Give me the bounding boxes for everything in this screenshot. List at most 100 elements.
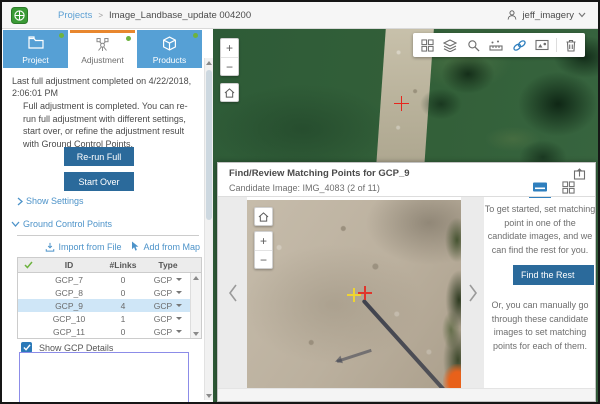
candidate-image[interactable]: + − (247, 200, 461, 390)
esri-logo[interactable] (11, 7, 28, 24)
breadcrumb-separator: > (98, 11, 103, 20)
table-row-selected[interactable]: GCP_94 GCP (18, 299, 201, 312)
map-zoom-control: + − (220, 38, 239, 76)
section-divider (17, 235, 199, 236)
zoom-in-button[interactable]: + (255, 232, 272, 250)
zoom-in-button[interactable]: + (221, 39, 238, 57)
panel-tabs: Project Adjustment (3, 30, 202, 68)
map-toolbar (413, 33, 585, 57)
dropdown-caret-icon (176, 291, 182, 294)
panel-scrollbar[interactable] (204, 58, 213, 400)
find-the-rest-button[interactable]: Find the Rest (513, 265, 594, 285)
check-icon (18, 261, 38, 269)
gcp-links-icon[interactable] (510, 36, 528, 54)
start-over-button[interactable]: Start Over (64, 172, 134, 191)
panel-divider (218, 196, 595, 197)
scroll-up-arrow[interactable] (205, 58, 213, 67)
tab-adjustment-label: Adjustment (70, 55, 135, 65)
app-window: Projects > Image_Landbase_update 004200 … (0, 0, 600, 404)
status-dot (193, 33, 198, 38)
toolbar-separator (556, 38, 557, 52)
type-dropdown[interactable]: GCP (146, 301, 190, 311)
top-bar: Projects > Image_Landbase_update 004200 … (2, 2, 598, 29)
scroll-down-arrow[interactable] (205, 391, 213, 400)
home-extent-button[interactable] (220, 83, 239, 102)
browse-images-icon[interactable] (418, 36, 436, 54)
next-image-button[interactable] (461, 197, 484, 388)
image-orange-object (443, 364, 461, 390)
col-type: Type (146, 260, 190, 270)
type-dropdown[interactable]: GCP (146, 275, 190, 285)
arrow-shadow (337, 349, 372, 363)
measure-icon[interactable] (487, 36, 505, 54)
gcp-section-toggle[interactable]: Ground Control Points (11, 219, 112, 229)
view-toggles (531, 179, 577, 195)
cursor-icon (131, 241, 140, 252)
col-links: #Links (100, 260, 146, 270)
gcp-photo-placeholder (19, 352, 189, 404)
delete-icon[interactable] (562, 36, 580, 54)
image-home-button[interactable] (254, 207, 273, 226)
table-row[interactable]: GCP_101 GCP (18, 312, 201, 325)
gcp-table-header: ID #Links Type (18, 258, 201, 273)
status-dot (126, 36, 131, 41)
scroll-up-arrow[interactable] (191, 273, 201, 282)
single-image-view-toggle[interactable] (531, 179, 549, 195)
table-scrollbar[interactable] (190, 273, 201, 338)
breadcrumb-projects-link[interactable]: Projects (58, 10, 92, 21)
tab-adjustment[interactable]: Adjustment (70, 30, 135, 68)
tab-project[interactable]: Project (3, 30, 68, 68)
gcp-section-label: Ground Control Points (23, 219, 112, 229)
type-dropdown[interactable]: GCP (146, 327, 190, 337)
dropdown-caret-icon (176, 317, 182, 320)
dropdown-caret-icon (176, 278, 182, 281)
matching-points-panel: Find/Review Matching Points for GCP_9 Ca… (217, 162, 596, 402)
gcp-actions: Import from File Add from Map (2, 241, 206, 252)
tab-project-label: Project (3, 55, 68, 65)
table-row[interactable]: GCP_80 GCP (18, 286, 201, 299)
zoom-out-button[interactable]: − (221, 57, 238, 75)
instructions-column: To get started, set matching point in on… (484, 203, 596, 257)
panel-title: Find/Review Matching Points for GCP_9 (229, 168, 410, 179)
table-row[interactable]: GCP_110 GCP (18, 325, 201, 338)
import-from-file-link[interactable]: Import from File (45, 241, 121, 252)
tab-products[interactable]: Products (137, 30, 202, 68)
project-title: Image_Landbase_update 004200 (109, 10, 251, 21)
cube-icon (137, 36, 202, 51)
user-menu[interactable]: jeff_imagery (506, 9, 586, 21)
layers-icon[interactable] (441, 36, 459, 54)
gcp-table: ID #Links Type GCP_70 GCP GCP_80 GCP GCP… (17, 257, 202, 339)
candidate-image-label: Candidate Image: IMG_4083 (2 of 11) (229, 183, 380, 193)
table-row[interactable]: GCP_70 GCP (18, 273, 201, 286)
tab-products-label: Products (137, 55, 202, 65)
previous-image-button[interactable] (218, 197, 247, 388)
breadcrumb: Projects > Image_Landbase_update 004200 (58, 10, 251, 21)
zoom-out-button[interactable]: − (255, 250, 272, 268)
type-dropdown[interactable]: GCP (146, 314, 190, 324)
search-icon[interactable] (464, 36, 482, 54)
grid-view-toggle[interactable] (559, 179, 577, 195)
user-name: jeff_imagery (522, 10, 574, 21)
adjustment-status: Last full adjustment completed on 4/22/2… (12, 75, 204, 99)
show-settings-link[interactable]: Show Settings (17, 196, 84, 206)
user-icon (506, 9, 518, 21)
intro-text: To get started, set matching point in on… (484, 203, 596, 257)
import-icon (45, 242, 55, 252)
chevron-right-icon (17, 197, 23, 206)
scroll-down-arrow[interactable] (191, 329, 201, 338)
manual-text: Or, you can manually go through these ca… (484, 299, 596, 353)
image-zoom-control: + − (254, 231, 273, 269)
rerun-full-button[interactable]: Re-run Full (64, 147, 134, 166)
scrollbar-thumb[interactable] (206, 70, 212, 220)
image-enhancement-icon[interactable] (533, 36, 551, 54)
col-id: ID (38, 260, 100, 270)
panel-footer (218, 388, 595, 401)
gcp-marker (394, 96, 409, 111)
show-gcp-details-label: Show GCP Details (39, 343, 113, 353)
status-dot (59, 33, 64, 38)
add-from-map-link[interactable]: Add from Map (131, 241, 200, 252)
chevron-right-icon (467, 283, 479, 303)
type-dropdown[interactable]: GCP (146, 288, 190, 298)
home-icon (224, 88, 235, 98)
dropdown-caret-icon (176, 304, 182, 307)
